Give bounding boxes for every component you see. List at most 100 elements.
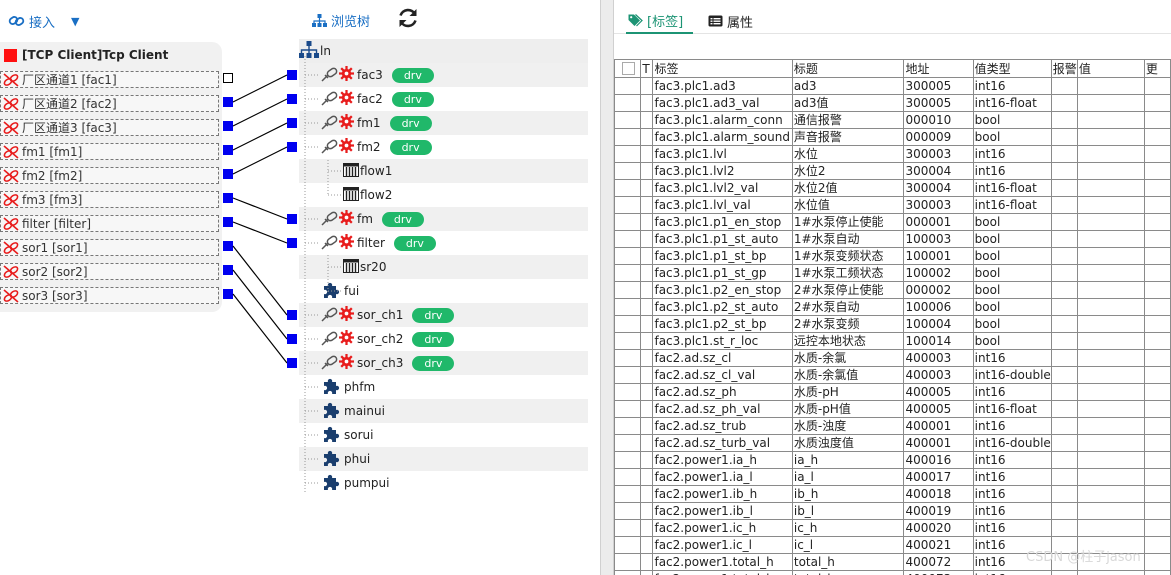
device-port[interactable]	[287, 310, 297, 320]
row-select-cell[interactable]	[614, 247, 642, 265]
device-port[interactable]	[287, 70, 297, 80]
channel-row[interactable]: sor1 [sor1]	[0, 239, 219, 256]
tree-item-fui[interactable]: fui	[299, 279, 588, 303]
device-port[interactable]	[287, 238, 297, 248]
row-select-cell[interactable]	[614, 128, 642, 146]
table-row[interactable]: fac2.power1.total_ltotal_l400073int16	[614, 570, 1171, 575]
tree-item-sor_ch2[interactable]: sor_ch2 drv	[299, 327, 588, 351]
table-row[interactable]: fac3.plc1.lvl2_val 水位2值 300004 int16-float	[614, 179, 1171, 197]
table-row[interactable]: fac3.plc1.alarm_conn 通信报警 000010 bool	[614, 111, 1171, 129]
table-row[interactable]: fac3.plc1.p1_st_gp 1#水泵工频状态 100002 bool	[614, 264, 1171, 282]
col-header-address[interactable]: 地址	[903, 59, 974, 78]
tree-item-sor_ch3[interactable]: sor_ch3 drv	[299, 351, 588, 375]
table-row[interactable]: fac2.ad.sz_turb_val 水质浊度值 400001 int16-doub…	[614, 434, 1171, 452]
table-row[interactable]: fac3.plc1.ad3 ad3 300005 int16	[614, 77, 1171, 95]
channel-row[interactable]: 厂区通道1 [fac1]	[0, 71, 219, 88]
tree-item-phfm[interactable]: phfm	[299, 375, 588, 399]
device-port[interactable]	[287, 94, 297, 104]
table-row[interactable]: fac3.plc1.p2_st_auto 2#水泵自动 100006 bool	[614, 298, 1171, 316]
col-header-t[interactable]: T	[640, 59, 654, 78]
tree-item-pumpui[interactable]: pumpui	[299, 471, 588, 495]
device-port[interactable]	[287, 334, 297, 344]
row-select-cell[interactable]	[614, 417, 642, 435]
row-select-cell[interactable]	[614, 400, 642, 418]
tree-item-sor_ch1[interactable]: sor_ch1 drv	[299, 303, 588, 327]
channel-row[interactable]: 厂区通道2 [fac2]	[0, 95, 219, 112]
row-select-cell[interactable]	[614, 570, 642, 575]
tree-item-sr20[interactable]: sr20	[299, 255, 588, 279]
row-select-cell[interactable]	[614, 298, 642, 316]
channel-row[interactable]: fm1 [fm1]	[0, 143, 219, 160]
row-select-cell[interactable]	[614, 77, 642, 95]
tab-properties[interactable]: 属性	[708, 8, 753, 34]
col-header-tag[interactable]: 标签	[652, 59, 793, 78]
channel-port[interactable]	[223, 97, 233, 107]
device-port[interactable]	[287, 358, 297, 368]
channel-port[interactable]	[223, 241, 233, 251]
channel-row[interactable]: filter [filter]	[0, 215, 219, 232]
device-port[interactable]	[287, 142, 297, 152]
table-row[interactable]: fac2.ad.sz_ph_val 水质-pH值 400005 int16-float	[614, 400, 1171, 418]
channel-row[interactable]: 厂区通道3 [fac3]	[0, 119, 219, 136]
table-row[interactable]: fac3.plc1.p2_st_bp 2#水泵变频 100004 bool	[614, 315, 1171, 333]
row-select-cell[interactable]	[614, 230, 642, 248]
connection-header[interactable]: [TCP Client]Tcp Client	[4, 47, 168, 63]
device-port[interactable]	[287, 214, 297, 224]
table-row[interactable]: fac3.plc1.ad3_val ad3值 300005 int16-float	[614, 94, 1171, 112]
channel-port[interactable]	[223, 121, 233, 131]
panel-splitter[interactable]	[600, 0, 614, 575]
table-row[interactable]: fac3.plc1.p2_en_stop 2#水泵停止使能 000002 bool	[614, 281, 1171, 299]
channel-port[interactable]	[223, 169, 233, 179]
table-row[interactable]: fac2.ad.sz_cl_val 水质-余氯值 400003 int16-doubl…	[614, 366, 1171, 384]
tree-item-mainui[interactable]: mainui	[299, 399, 588, 423]
channel-row[interactable]: sor2 [sor2]	[0, 263, 219, 280]
tree-item-fm2[interactable]: fm2 drv	[299, 135, 588, 159]
row-select-cell[interactable]	[614, 332, 642, 350]
tree-root[interactable]: ln	[299, 39, 588, 63]
table-row[interactable]: fac2.power1.ic_h ic_h 400020 int16	[614, 519, 1171, 537]
channel-port[interactable]	[223, 73, 233, 83]
row-select-cell[interactable]	[614, 366, 642, 384]
row-select-cell[interactable]	[614, 213, 642, 231]
select-all-cell[interactable]	[614, 59, 642, 78]
chevron-down-icon[interactable]: ▼	[71, 15, 79, 28]
tree-item-fm[interactable]: fm drv	[299, 207, 588, 231]
row-select-cell[interactable]	[614, 281, 642, 299]
row-select-cell[interactable]	[614, 162, 642, 180]
row-select-cell[interactable]	[614, 519, 642, 537]
connect-menu[interactable]: 接入 ▼	[8, 10, 79, 32]
table-row[interactable]: fac2.power1.ib_h ib_h 400018 int16	[614, 485, 1171, 503]
row-select-cell[interactable]	[614, 111, 642, 129]
row-select-cell[interactable]	[614, 179, 642, 197]
channel-row[interactable]: fm3 [fm3]	[0, 191, 219, 208]
tree-item-phui[interactable]: phui	[299, 447, 588, 471]
channel-row[interactable]: sor3 [sor3]	[0, 287, 219, 304]
table-row[interactable]: fac3.plc1.p1_en_stop 1#水泵停止使能 000001 bool	[614, 213, 1171, 231]
tab-tags[interactable]: [标签]	[626, 8, 694, 34]
tree-item-fac3[interactable]: fac3 drv	[299, 63, 588, 87]
channel-row[interactable]: fm2 [fm2]	[0, 167, 219, 184]
col-header-value-type[interactable]: 值类型	[972, 59, 1052, 78]
channel-port[interactable]	[223, 217, 233, 227]
row-select-cell[interactable]	[614, 264, 642, 282]
channel-port[interactable]	[223, 265, 233, 275]
channel-port[interactable]	[223, 193, 233, 203]
col-header-update[interactable]: 更	[1143, 59, 1171, 78]
row-select-cell[interactable]	[614, 145, 642, 163]
col-header-title[interactable]: 标题	[791, 59, 905, 78]
table-row[interactable]: fac3.plc1.lvl2 水位2 300004 int16	[614, 162, 1171, 180]
channel-port[interactable]	[223, 145, 233, 155]
row-select-cell[interactable]	[614, 434, 642, 452]
table-row[interactable]: fac3.plc1.st_r_loc 远控本地状态 100014 bool	[614, 332, 1171, 350]
tree-item-flow2[interactable]: flow2	[299, 183, 588, 207]
row-select-cell[interactable]	[614, 451, 642, 469]
device-port[interactable]	[287, 118, 297, 128]
table-row[interactable]: fac2.ad.sz_cl 水质-余氯 400003 int16	[614, 349, 1171, 367]
channel-port[interactable]	[223, 289, 233, 299]
tree-item-sorui[interactable]: sorui	[299, 423, 588, 447]
row-select-cell[interactable]	[614, 468, 642, 486]
select-all-checkbox[interactable]	[621, 62, 635, 75]
tree-item-fm1[interactable]: fm1 drv	[299, 111, 588, 135]
row-select-cell[interactable]	[614, 94, 642, 112]
table-row[interactable]: fac3.plc1.lvl 水位 300003 int16	[614, 145, 1171, 163]
